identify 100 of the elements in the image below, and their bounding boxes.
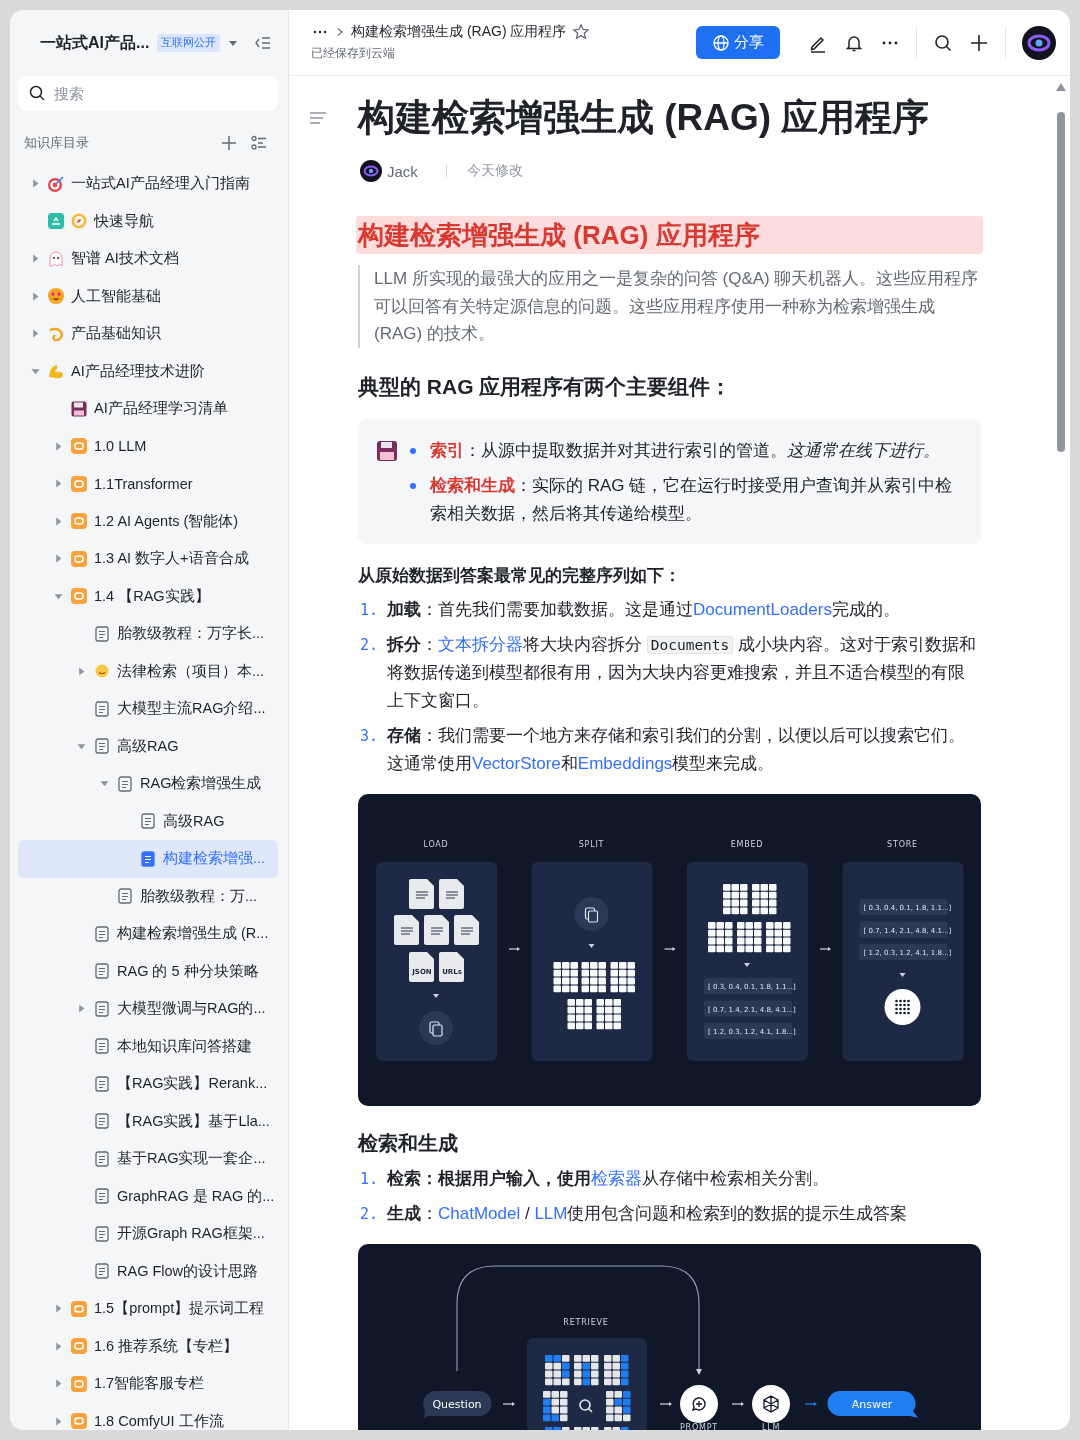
scroll-up-icon[interactable] xyxy=(1055,82,1067,92)
tree-item[interactable]: 高级RAG xyxy=(18,802,278,840)
caret-icon[interactable] xyxy=(53,516,63,526)
caret-icon[interactable] xyxy=(228,38,239,48)
caret-icon[interactable] xyxy=(30,291,40,301)
tree-item[interactable]: 1.2 AI Agents (智能体) xyxy=(18,502,278,540)
caret-icon[interactable] xyxy=(53,1341,63,1351)
tree-item[interactable]: 【RAG实践】Rerank... xyxy=(18,1065,278,1103)
tree-item[interactable]: 【RAG实践】基于Lla... xyxy=(18,1102,278,1140)
author-name[interactable]: Jack xyxy=(387,162,418,180)
tree-item[interactable]: 一站式AI产品经理入门指南 xyxy=(18,165,278,203)
caret-icon[interactable] xyxy=(53,1304,63,1314)
tree-item[interactable]: 1.4 【RAG实践】 xyxy=(18,577,278,615)
tree-item[interactable]: 快速导航 xyxy=(18,202,278,240)
tree-item[interactable]: 1.6 推荐系统【专栏】 xyxy=(18,1327,278,1365)
tree-item-label: 高级RAG xyxy=(117,736,179,756)
tree-item-label: 1.0 LLM xyxy=(94,438,147,455)
caret-icon[interactable] xyxy=(53,441,63,451)
tree-item[interactable]: AI产品经理学习清单 xyxy=(18,390,278,428)
caret-icon[interactable] xyxy=(53,479,63,489)
tree-item[interactable]: 法律检索（项目）本... xyxy=(18,652,278,690)
star-icon[interactable] xyxy=(572,23,591,41)
grid-doc-icon xyxy=(723,883,748,914)
caret-icon[interactable] xyxy=(30,254,40,264)
tree-item[interactable]: 1.8 ComfyUI 工作流 xyxy=(18,1402,278,1430)
caret-icon[interactable] xyxy=(76,1004,86,1014)
paragraph: 从原始数据到答案最常见的完整序列如下： xyxy=(358,564,682,586)
share-button[interactable]: 分享 xyxy=(696,26,780,59)
search-field[interactable]: 搜索 xyxy=(18,76,278,111)
node-label: PROMPT xyxy=(679,1422,719,1430)
caret-icon[interactable] xyxy=(76,741,86,751)
face-icon xyxy=(47,287,65,306)
tree-item[interactable]: 基于RAG实现一套企... xyxy=(18,1140,278,1178)
link[interactable]: ChatModel xyxy=(438,1203,521,1223)
tree-item-label: 1.7智能客服专栏 xyxy=(94,1374,205,1394)
caret-icon[interactable] xyxy=(76,666,86,676)
tree-item[interactable]: 1.1Transformer xyxy=(18,465,278,503)
caret-icon[interactable] xyxy=(53,554,63,564)
floppy-icon xyxy=(70,399,88,418)
visibility-badge: 互联网公开 xyxy=(157,34,221,52)
tree-item[interactable]: 本地知识库问答搭建 xyxy=(18,1027,278,1065)
caret-icon[interactable] xyxy=(53,1379,63,1389)
caret-icon[interactable] xyxy=(53,1416,63,1426)
tree-item[interactable]: AI产品经理技术进阶 xyxy=(18,352,278,390)
compass-icon xyxy=(70,212,88,231)
tree-item-label: 一站式AI产品经理入门指南 xyxy=(71,174,250,194)
link[interactable]: DocumentLoaders xyxy=(693,599,832,619)
tree-item[interactable]: RAG 的 5 种分块策略 xyxy=(18,952,278,990)
link[interactable]: 文本拆分器 xyxy=(438,634,523,654)
tree-item[interactable]: 大模型微调与RAG的... xyxy=(18,990,278,1028)
section-heading: 典型的 RAG 应用程序有两个主要组件： xyxy=(358,373,733,400)
tree-item-label: 智谱 AI技术文档 xyxy=(71,249,179,269)
link[interactable]: LLM xyxy=(534,1203,568,1223)
tree-item[interactable]: 1.7智能客服专栏 xyxy=(18,1365,278,1403)
page-title: 构建检索增强生成 (RAG) 应用程序 xyxy=(358,96,931,140)
tree-item[interactable]: 1.3 AI 数字人+语音合成 xyxy=(18,540,278,578)
tree-item[interactable]: 人工智能基础 xyxy=(18,277,278,315)
tree-item[interactable]: 1.5【prompt】提示词工程 xyxy=(18,1290,278,1328)
tree-item[interactable]: 高级RAG xyxy=(18,727,278,765)
link[interactable]: VectorStore xyxy=(472,753,561,773)
tree-item-label: 大模型微调与RAG的... xyxy=(117,999,266,1019)
tree-item[interactable]: 开源Graph RAG框架... xyxy=(18,1215,278,1253)
answer-bubble: Answer xyxy=(827,1390,918,1418)
avatar[interactable] xyxy=(1022,25,1056,60)
tree-item[interactable]: 产品基础知识 xyxy=(18,315,278,353)
outline-icon[interactable] xyxy=(309,111,327,125)
doc-icon xyxy=(139,849,157,868)
tree-item-label: 本地知识库问答搭建 xyxy=(117,1036,252,1056)
chevron-icon xyxy=(335,27,345,37)
down-arrow-icon xyxy=(588,943,595,948)
tree-item[interactable]: 胎教级教程：万... xyxy=(18,877,278,915)
add-icon[interactable] xyxy=(969,32,989,53)
tree-item[interactable]: 智谱 AI技术文档 xyxy=(18,240,278,278)
caret-icon[interactable] xyxy=(30,366,40,376)
bullet-dot xyxy=(410,447,416,454)
space-title[interactable]: 一站式AI产品... xyxy=(40,32,150,54)
collapse-sidebar-icon[interactable] xyxy=(254,34,273,52)
link[interactable]: Embeddings xyxy=(577,753,673,773)
caret-icon[interactable] xyxy=(30,329,40,339)
caret-icon[interactable] xyxy=(53,591,63,601)
search-icon[interactable] xyxy=(933,32,953,53)
arrow-icon xyxy=(819,946,831,951)
caret-icon[interactable] xyxy=(99,779,109,789)
tree-item[interactable]: 构建检索增强生成 (R... xyxy=(18,915,278,953)
doc-icon xyxy=(139,812,157,831)
tree-item[interactable]: 大模型主流RAG介绍... xyxy=(18,690,278,728)
tree-item[interactable]: RAG Flow的设计思路 xyxy=(18,1252,278,1290)
tree-item[interactable]: 构建检索增强... xyxy=(18,840,278,878)
tree-item[interactable]: 胎教级教程：万字长... xyxy=(18,615,278,653)
tree-item[interactable]: RAG检索增强生成 xyxy=(18,765,278,803)
link[interactable]: 检索器 xyxy=(591,1168,642,1188)
tree-item-label: AI产品经理学习清单 xyxy=(94,399,228,419)
caret-icon[interactable] xyxy=(30,179,40,189)
tree-item-label: 1.8 ComfyUI 工作流 xyxy=(94,1411,224,1430)
tree-item[interactable]: 1.0 LLM xyxy=(18,427,278,465)
tree-item-label: 快速导航 xyxy=(94,211,154,231)
list-icon[interactable] xyxy=(250,134,268,152)
tile-icon xyxy=(70,1374,88,1393)
tree-item[interactable]: GraphRAG 是 RAG 的... xyxy=(18,1177,278,1215)
tree-item-label: 开源Graph RAG框架... xyxy=(117,1224,265,1244)
